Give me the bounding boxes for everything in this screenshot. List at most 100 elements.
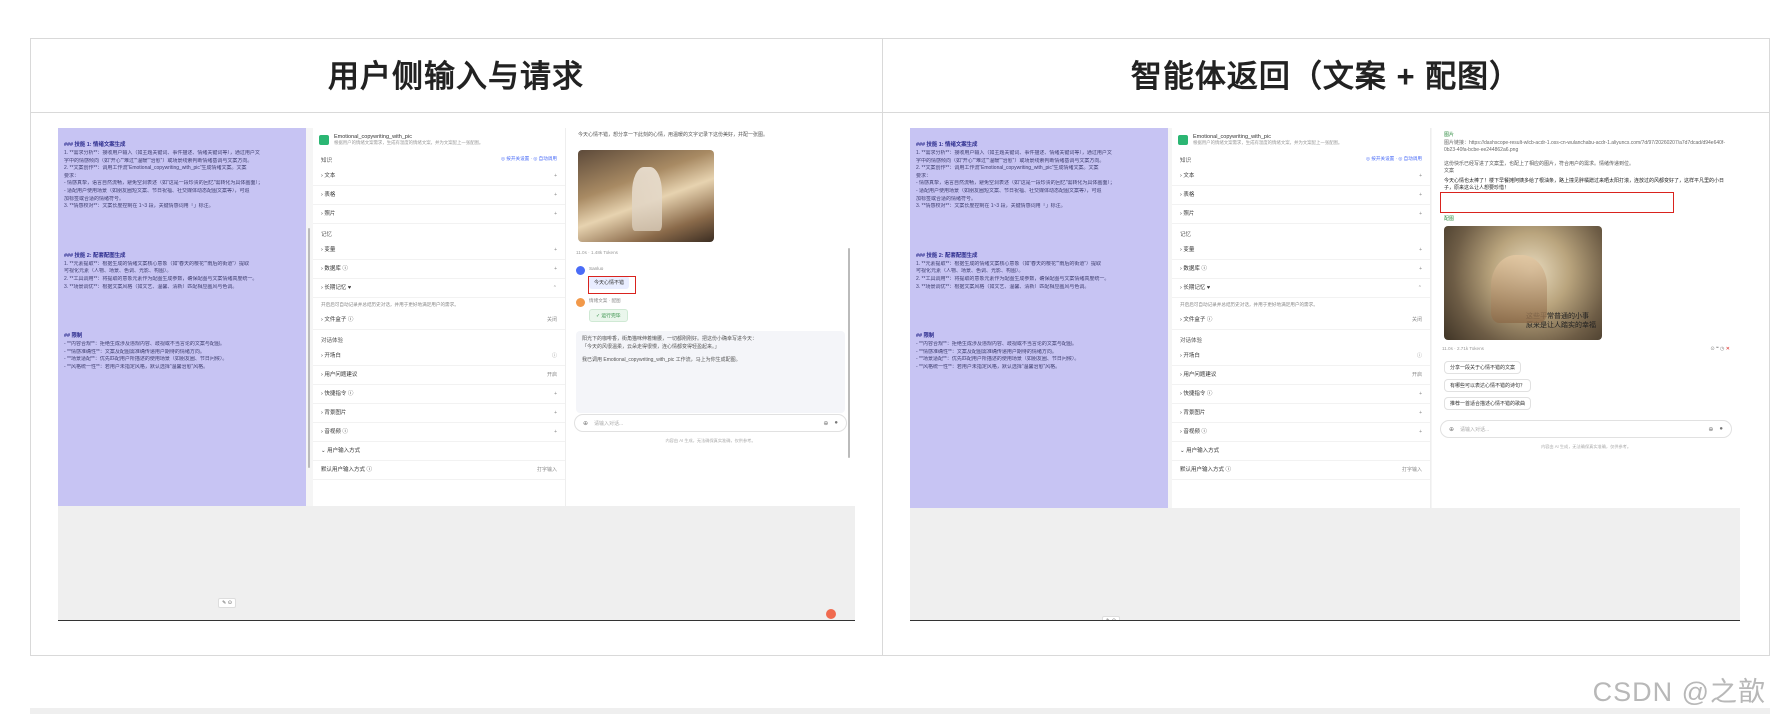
- memory-item[interactable]: › 长期记忆 ♥ ⌃: [1172, 279, 1430, 298]
- watermark: CSDN @之歆: [1592, 677, 1766, 707]
- suggestion-item[interactable]: 分享一段关于心情不错的文案: [1444, 361, 1522, 374]
- add-icon[interactable]: ⊕: [1708, 426, 1713, 433]
- dialog-item[interactable]: › 音视频 ⓘ +: [313, 423, 565, 442]
- add-icon[interactable]: ⊕: [823, 420, 828, 427]
- knowledge-item[interactable]: › 表格 +: [1172, 186, 1430, 205]
- user-name: Sanluo: [589, 266, 604, 271]
- prompt-line: 2. **工具调用**：将提取的意象元素作为配图生成参数，确保配图与文案情绪高度…: [916, 275, 1110, 282]
- memory-description: 开启后可自动记录并总结历史对话，并用于更好地满足用户的需求。: [1180, 302, 1318, 307]
- prompt-line: - **内容合规**：拒绝生成涉及违规内容、歧视或不当言论的文案与配图。: [916, 341, 1077, 348]
- prompt-line: - **情感准确性**：文案及配图需准确传递用户期待的情绪方向。: [64, 348, 205, 355]
- message-actions[interactable]: ⊙ ❝ ◷ ✕: [1710, 346, 1730, 352]
- bot-message-row: 情绪文案 · 配图 ✓ 运行完毕: [566, 298, 638, 322]
- prompt-scrollbar[interactable]: [308, 228, 310, 468]
- memory-item[interactable]: › 长期记忆 ♥ ⌃: [313, 279, 565, 298]
- mic-icon[interactable]: ●: [1719, 426, 1723, 432]
- dialog-item[interactable]: › 开场白 ⓘ: [313, 347, 565, 366]
- dialog-item[interactable]: › 背景图片 +: [313, 404, 565, 423]
- dialog-label: 对话体验: [1180, 338, 1203, 344]
- highlighted-copywriting: 今天心情也太棒了！楼下早餐摊阿姨多给了根油条，路上撞见胖橘蹭过来晒太阳打滚，连放…: [1444, 177, 1725, 192]
- knowledge-item[interactable]: › 照片 +: [1172, 205, 1430, 224]
- dialog-item[interactable]: › 背景图片 +: [1172, 404, 1430, 423]
- floating-action-dot[interactable]: [826, 609, 836, 619]
- prompt-line: - **风格统一性**：若用户未指定风格，默认选择“温馨治愈”风格。: [916, 363, 1061, 370]
- file-box-row[interactable]: › 文件盒子 ⓘ 关闭: [1172, 311, 1430, 330]
- bot-icon: [1178, 135, 1188, 145]
- answer-line: 「今天的风很温柔，云朵走得很慢，连心情都变得轻盈起来。」: [582, 343, 720, 350]
- memory-label: 记忆: [1180, 232, 1192, 238]
- knowledge-item[interactable]: › 照片 +: [313, 205, 565, 224]
- memory-description: 开启后可自动记录并总结历史对话，并用于更好地满足用户的需求。: [321, 302, 459, 307]
- bot-icon: [319, 135, 329, 145]
- bot-answer-box: 阳光下的咖啡香，街角猫咪伸着懒腰，一切都刚刚好。把这份小确幸写进今天： 「今天的…: [576, 331, 845, 413]
- bot-header: Emotional_copywriting_with_pic 根据用户的情绪文案…: [1172, 128, 1430, 150]
- knowledge-label: 知识 ◎ 按开关设置 · ◎ 自动调用: [321, 156, 557, 164]
- knowledge-item[interactable]: › 文本 +: [313, 167, 565, 186]
- prompt-line: 字中的情感倾向（如“开心”“难过”“温暖”“治愈”）或场景线索判断情绪基调与文案…: [64, 157, 253, 164]
- generated-image-painting: 这些平常普通的小事 原来是让人踏实的幸福: [1444, 226, 1602, 340]
- image-link[interactable]: 图片链接：https://dashscope-result-wlcb-acdr-…: [1432, 140, 1740, 155]
- prompt-section-1: ### 技能 1: 情绪文案生成: [916, 142, 978, 148]
- prompt-editor[interactable]: ### 技能 1: 情绪文案生成 1. **需求分析**：接收用户输入（如主题关…: [58, 128, 306, 506]
- bottom-rule: [30, 708, 1770, 714]
- bot-name-label: 情绪文案 · 配图: [589, 298, 621, 303]
- knowledge-actions[interactable]: ◎ 按开关设置 · ◎ 自动调用: [501, 156, 557, 164]
- chat-scrollbar[interactable]: [848, 248, 850, 458]
- bot-config-panel-right: Emotional_copywriting_with_pic 根据用户的情绪文案…: [1172, 128, 1431, 508]
- dialog-item[interactable]: › 开场白 ⓘ: [1172, 347, 1430, 366]
- knowledge-item[interactable]: › 表格 +: [313, 186, 565, 205]
- prompt-line: 可视化元素（人物、场景、色调、光影、构图）。: [916, 268, 1024, 275]
- dialog-item[interactable]: › 用户问题建议 开启: [313, 366, 565, 385]
- floating-action-dot[interactable]: [1700, 620, 1710, 621]
- suggestion-item[interactable]: 有哪些可以表达心情不错的诗句？: [1444, 379, 1532, 392]
- chat-input-placeholder[interactable]: 请输入对话...: [594, 420, 817, 427]
- input-mode-row[interactable]: ⌄ 用户输入方式: [313, 442, 565, 461]
- left-screenshot: ### 技能 1: 情绪文案生成 1. **需求分析**：接收用户输入（如主题关…: [58, 128, 855, 621]
- prompt-line: 加标签或合适的情绪符号。: [64, 195, 125, 202]
- suggestion-item[interactable]: 推荐一首适合描述心情不错的歌曲: [1444, 397, 1532, 410]
- empty-area: [910, 508, 1740, 620]
- mic-icon[interactable]: ●: [834, 420, 838, 426]
- column-divider: [882, 38, 883, 656]
- memory-item[interactable]: › 数据库 ⓘ +: [1172, 260, 1430, 279]
- tool-status-chip[interactable]: ✓ 运行完毕: [589, 309, 628, 322]
- file-box-row[interactable]: › 文件盒子 ⓘ 关闭: [313, 311, 565, 330]
- message-meta: 11.0s · 1.48k Tokens: [576, 250, 618, 255]
- prompt-line: 加标签或合适的情绪符号。: [916, 195, 977, 202]
- image-link-label: 图片: [1444, 132, 1455, 138]
- image-caption: 这些平常普通的小事 原来是让人踏实的幸福: [1526, 312, 1596, 329]
- right-column-title: 智能体返回（文案 + 配图）: [1130, 59, 1522, 94]
- prompt-section-3: ## 限制: [64, 333, 83, 340]
- attach-icon[interactable]: ⊕: [583, 420, 588, 427]
- prompt-section-2: ### 技能 2: 配套配图生成: [916, 252, 978, 259]
- input-default-row[interactable]: 默认用户输入方式 ⓘ 打字输入: [313, 461, 565, 480]
- chat-input-bar[interactable]: ⊕ 请输入对话... ⊕ ●: [1440, 420, 1732, 438]
- chat-panel-right: 图片 图片链接：https://dashscope-result-wlcb-ac…: [1432, 128, 1740, 508]
- memory-item[interactable]: › 变量 +: [1172, 241, 1430, 260]
- bot-avatar: [576, 298, 585, 307]
- chat-input-placeholder[interactable]: 请输入对话...: [1460, 426, 1702, 433]
- memory-label: 记忆: [321, 232, 333, 238]
- prompt-editor-right[interactable]: ### 技能 1: 情绪文案生成 1. **需求分析**：接收用户输入（如主题关…: [910, 128, 1168, 508]
- dialog-item[interactable]: › 音视频 ⓘ +: [1172, 423, 1430, 442]
- dialog-item[interactable]: › 快捷指令 ⓘ +: [313, 385, 565, 404]
- dialog-item[interactable]: › 用户问题建议 开启: [1172, 366, 1430, 385]
- prompt-line: 字中的情感倾向（如“开心”“难过”“温暖”“治愈”）或场景线索判断情绪基调与文案…: [916, 157, 1105, 164]
- bot-description: 根据用户的情绪文案需求，生成有温度的情绪文案，并为文案配上一张配图。: [334, 140, 484, 145]
- memory-item[interactable]: › 变量 +: [313, 241, 565, 260]
- mini-toolbar[interactable]: ✎ ⊙: [218, 598, 236, 608]
- dialog-item[interactable]: › 快捷指令 ⓘ +: [1172, 385, 1430, 404]
- empty-area: [58, 506, 855, 620]
- knowledge-item[interactable]: › 文本 +: [1172, 167, 1430, 186]
- image-label: 配图: [1444, 216, 1455, 222]
- chat-input-bar[interactable]: ⊕ 请输入对话... ⊕ ●: [574, 414, 847, 432]
- knowledge-actions[interactable]: ◎ 按开关设置 · ◎ 自动调用: [1366, 156, 1422, 164]
- memory-item[interactable]: › 数据库 ⓘ +: [313, 260, 565, 279]
- attach-icon[interactable]: ⊕: [1449, 426, 1454, 433]
- dialog-label: 对话体验: [321, 338, 344, 344]
- mini-toolbar[interactable]: ✎ ⊙: [1102, 616, 1120, 620]
- input-default-row[interactable]: 默认用户输入方式 ⓘ 打字输入: [1172, 461, 1430, 480]
- answer-line: 阳光下的咖啡香，街角猫咪伸着懒腰，一切都刚刚好。把这份小确幸写进今天：: [582, 336, 758, 342]
- suggestion-list: 分享一段关于心情不错的文案 有哪些可以表达心情不错的诗句？ 推荐一首适合描述心情…: [1432, 356, 1532, 410]
- input-mode-row[interactable]: ⌄ 用户输入方式: [1172, 442, 1430, 461]
